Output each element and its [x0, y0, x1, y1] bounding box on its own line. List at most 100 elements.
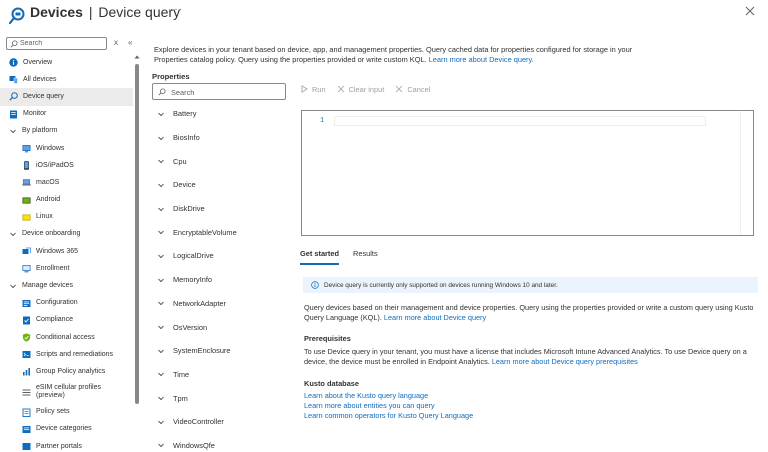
sidebar-item-overview[interactable]: Overview: [0, 54, 133, 71]
property-diskdrive[interactable]: DiskDrive: [152, 197, 292, 221]
property-memoryinfo[interactable]: MemoryInfo: [152, 268, 292, 292]
kusto-link[interactable]: Learn more about entities you can query: [304, 401, 473, 411]
sidebar-item-scripts-and-remediations[interactable]: Scripts and remediations: [0, 346, 133, 363]
close-icon[interactable]: [744, 5, 756, 17]
tab-get-started[interactable]: Get started: [300, 248, 340, 265]
more-options-button[interactable]: ···: [170, 4, 183, 15]
windows365-icon: [22, 247, 31, 256]
property-encryptablevolume[interactable]: EncryptableVolume: [152, 220, 292, 244]
sidebar-item-group-policy-analytics[interactable]: Group Policy analytics: [0, 363, 133, 380]
info-message-bar: Device query is currently only supported…: [303, 277, 758, 293]
kusto-link[interactable]: Learn common operators for Kusto Query L…: [304, 411, 473, 421]
property-osversion[interactable]: OsVersion: [152, 315, 292, 339]
run-button[interactable]: Run: [301, 85, 326, 94]
property-label: VideoController: [173, 417, 224, 427]
chevron-down-icon: [9, 230, 17, 238]
sidebar-item-monitor[interactable]: Monitor: [0, 106, 133, 123]
sidebar-scrollbar[interactable]: [134, 54, 140, 452]
clear-icon: [337, 85, 344, 93]
property-systemenclosure[interactable]: SystemEnclosure: [152, 339, 292, 363]
shield-icon: [22, 333, 31, 342]
title-main: Devices: [30, 4, 83, 20]
clear-input-label: Clear input: [348, 84, 385, 94]
properties-title: Properties: [152, 72, 190, 81]
property-videocontroller[interactable]: VideoController: [152, 410, 292, 434]
sidebar-item-esim-cellular-profiles-preview[interactable]: eSIM cellular profiles (preview): [0, 381, 133, 404]
devices-icon: [9, 75, 18, 85]
info-message-text: Device query is currently only supported…: [324, 281, 558, 289]
property-biosinfo[interactable]: BiosInfo: [152, 126, 292, 150]
cancel-button[interactable]: Cancel: [395, 85, 430, 94]
scroll-up-icon[interactable]: [134, 54, 140, 60]
property-battery[interactable]: Battery: [152, 102, 292, 126]
sidebar-search[interactable]: [6, 37, 107, 50]
properties-search-input[interactable]: [171, 86, 281, 98]
learn-more-link[interactable]: Learn more about Device query: [384, 313, 486, 322]
sidebar-item-enrollment[interactable]: Enrollment: [0, 260, 133, 277]
property-windowsqfe[interactable]: WindowsQfe: [152, 434, 292, 452]
property-tpm[interactable]: Tpm: [152, 386, 292, 410]
kusto-database-heading: Kusto database: [304, 379, 360, 388]
sidebar-item-all-devices[interactable]: All devices: [0, 71, 133, 88]
property-networkadapter[interactable]: NetworkAdapter: [152, 292, 292, 316]
sidebar-group-manage-devices[interactable]: Manage devices: [0, 277, 133, 294]
learn-more-device-query-link[interactable]: Learn more about Device query.: [429, 55, 534, 64]
property-label: EncryptableVolume: [173, 227, 237, 237]
property-device[interactable]: Device: [152, 173, 292, 197]
sidebar-item-android[interactable]: Android: [0, 192, 133, 209]
sidebar-item-device-categories[interactable]: Device categories: [0, 421, 133, 438]
scripts-icon: [22, 350, 31, 359]
chevron-down-icon: [157, 252, 165, 260]
sidebar-clear-button[interactable]: x: [114, 38, 118, 47]
compliance-icon: [22, 316, 31, 325]
sidebar-search-input[interactable]: [20, 38, 104, 49]
line-number: 1: [320, 117, 325, 125]
categories-icon: [22, 425, 31, 434]
sidebar-item-compliance[interactable]: Compliance: [0, 312, 133, 329]
sidebar-item-policy-sets[interactable]: Policy sets: [0, 404, 133, 421]
property-logicaldrive[interactable]: LogicalDrive: [152, 244, 292, 268]
query-editor[interactable]: 1: [301, 110, 754, 236]
sidebar-item-configuration[interactable]: Configuration: [0, 295, 133, 312]
info-icon: [9, 58, 18, 67]
sidebar-item-label: Enrollment: [36, 264, 70, 272]
sidebar-item-conditional-access[interactable]: Conditional access: [0, 329, 133, 346]
android-icon: [22, 196, 31, 205]
sidebar-item-label: Device query: [23, 92, 64, 100]
blade-header: Devices | Device query ···: [0, 0, 768, 30]
cancel-icon: [396, 85, 403, 93]
chevron-down-icon: [157, 347, 165, 355]
sidebar-item-label: Partner portals: [36, 442, 82, 450]
enrollment-icon: [22, 264, 31, 273]
property-label: OsVersion: [173, 322, 208, 332]
tab-results[interactable]: Results: [353, 248, 378, 265]
sidebar-item-macos[interactable]: macOS: [0, 174, 133, 191]
property-cpu[interactable]: Cpu: [152, 149, 292, 173]
sidebar-item-linux[interactable]: Linux: [0, 209, 133, 226]
policy-sets-icon: [22, 408, 31, 417]
sidebar-item-label: iOS/iPadOS: [36, 161, 74, 169]
editor-scrollbar[interactable]: [740, 111, 741, 235]
sidebar-collapse-button[interactable]: «: [128, 38, 132, 47]
sidebar-item-partner-portals[interactable]: Partner portals: [0, 438, 133, 452]
kusto-link[interactable]: Learn about the Kusto query language: [304, 391, 473, 401]
sidebar-scroll-thumb[interactable]: [135, 64, 139, 404]
sidebar-item-windows[interactable]: Windows: [0, 140, 133, 157]
chevron-down-icon: [157, 418, 165, 426]
sidebar-group-device-onboarding[interactable]: Device onboarding: [0, 226, 133, 243]
sidebar-item-label: Conditional access: [36, 333, 95, 341]
sidebar-item-label: Windows 365: [36, 247, 79, 255]
sidebar-group-by-platform[interactable]: By platform: [0, 123, 133, 140]
sidebar-item-windows-365[interactable]: Windows 365: [0, 243, 133, 260]
chevron-down-icon: [157, 157, 165, 165]
property-label: Battery: [173, 109, 197, 119]
clear-input-button[interactable]: Clear input: [337, 84, 385, 94]
chevron-down-icon: [157, 370, 165, 378]
properties-search[interactable]: [152, 83, 286, 100]
prerequisites-text: To use Device query in your tenant, you …: [304, 347, 762, 367]
property-time[interactable]: Time: [152, 363, 292, 387]
prereq-learn-more-link[interactable]: Learn more about Device query prerequisi…: [492, 357, 638, 366]
partner-icon: [22, 442, 31, 451]
sidebar-item-ios-ipados[interactable]: iOS/iPadOS: [0, 157, 133, 174]
sidebar-item-device-query[interactable]: Device query: [0, 88, 133, 106]
